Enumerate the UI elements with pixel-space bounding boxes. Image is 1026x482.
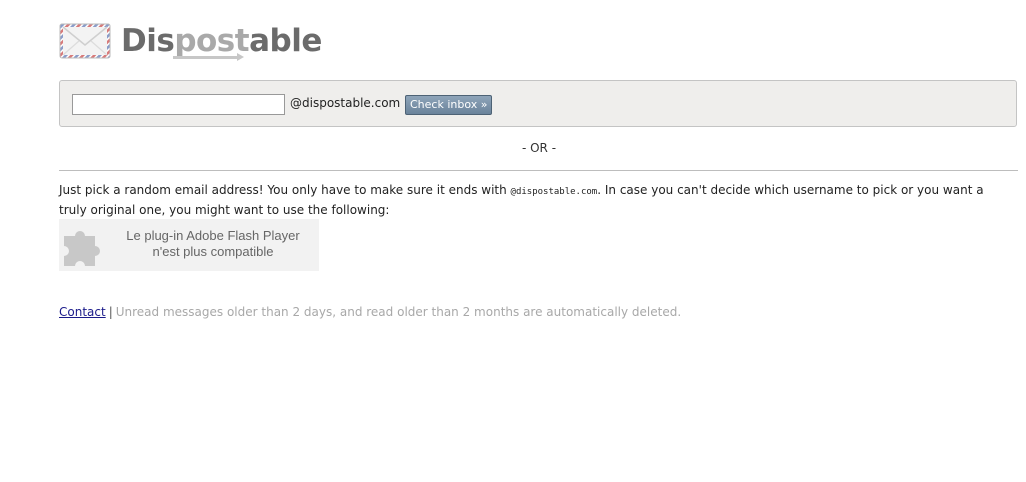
- flash-message-line1: Le plug-in Adobe Flash Player: [126, 228, 300, 243]
- divider: [59, 170, 1018, 171]
- logo[interactable]: Dispostable: [59, 20, 322, 62]
- puzzle-piece-icon: [64, 231, 100, 266]
- logo-text-part1: Dis: [121, 23, 175, 59]
- flash-message-line2: n'est plus compatible: [152, 244, 274, 259]
- domain-label: @dispostable.com: [290, 96, 401, 110]
- flash-plugin-placeholder[interactable]: Le plug-in Adobe Flash Player n'est plus…: [59, 219, 319, 271]
- info-domain-code: @dispostable.com: [510, 187, 598, 197]
- or-separator-text: - OR -: [521, 141, 557, 155]
- footer-separator: |: [108, 305, 113, 319]
- info-paragraph: Just pick a random email address! You on…: [59, 181, 1004, 219]
- inbox-form: @dispostable.com Check inbox »: [59, 80, 1017, 127]
- page: Dispostable @dispostable.com Check inbox…: [0, 0, 1026, 482]
- check-inbox-button[interactable]: Check inbox »: [405, 95, 493, 115]
- footer: Contact | Unread messages older than 2 day…: [59, 305, 681, 319]
- logo-text-part3: able: [249, 23, 322, 59]
- logo-underline-arrow: [173, 53, 244, 61]
- username-input[interactable]: [72, 94, 285, 115]
- flash-message: Le plug-in Adobe Flash Player n'est plus…: [109, 228, 317, 260]
- footer-notice: Unread messages older than 2 days, and r…: [115, 305, 682, 319]
- logo-text: Dispostable: [121, 21, 322, 61]
- envelope-icon: [59, 23, 111, 59]
- contact-link[interactable]: Contact: [59, 305, 106, 319]
- info-text-before: Just pick a random email address! You on…: [59, 183, 511, 197]
